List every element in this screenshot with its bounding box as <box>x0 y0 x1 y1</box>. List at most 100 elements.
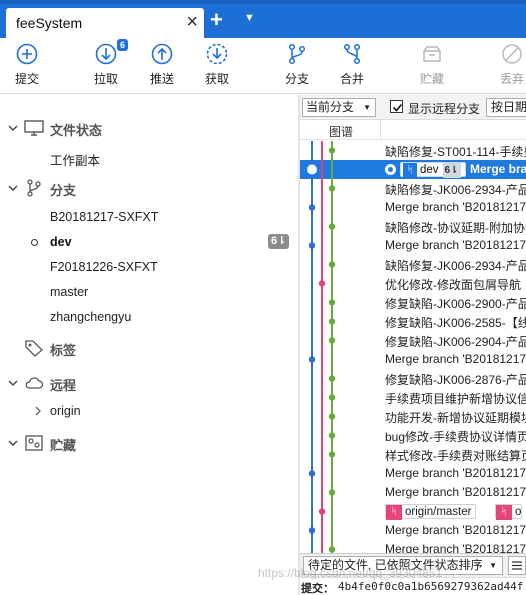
commit-message: 优化修改-修改面包屑导航 <box>385 278 521 292</box>
sidebar-section-stashes[interactable]: 贮藏 <box>0 431 298 455</box>
chevron-down-icon[interactable]: ▼ <box>244 12 255 24</box>
sidebar-section-title: 文件状态 <box>50 123 103 138</box>
commit-message: 缺陷修复-JK006-2934-产品 <box>385 259 526 273</box>
commit-message: Merge branch 'B20181217-SXFXT' <box>385 352 526 366</box>
branch-name: master <box>50 285 89 299</box>
commit-node <box>328 223 336 230</box>
commit-node <box>308 527 316 534</box>
commit-node <box>328 337 336 344</box>
repo-tab[interactable]: feeSystem × <box>6 8 204 38</box>
branch-label: 分支 <box>284 72 309 86</box>
sidebar-section-title: 贮藏 <box>50 438 77 453</box>
sidebar-section-workspace[interactable]: 文件状态 <box>0 116 298 140</box>
sidebar-item-working-copy[interactable]: 工作副本 <box>0 146 298 168</box>
commit-node <box>328 489 336 496</box>
sidebar-section-title: 分支 <box>50 183 77 198</box>
branch-button[interactable]: 分支 <box>275 42 319 87</box>
sidebar-item-branch-current[interactable]: dev 6⇂ <box>0 231 298 253</box>
menu-strip <box>0 0 526 4</box>
commit-node <box>307 164 317 175</box>
show-remote-checkbox[interactable] <box>390 100 403 113</box>
pull-button[interactable]: 6 拉取 <box>84 39 128 87</box>
chevron-down-icon[interactable] <box>8 436 18 450</box>
commit-node <box>318 508 326 515</box>
remote-branch-chip[interactable]: ᛋ origin/master <box>385 504 477 520</box>
commit-node <box>328 451 336 458</box>
commit-message: 缺陷修复-ST001-114-手续费协议 <box>385 145 526 159</box>
history-pane: 当前分支 ▼ 显示远程分支 按日期排序 图谱 缺陷修复-ST001-114-手续… <box>300 95 526 595</box>
commit-node <box>328 261 336 268</box>
chevron-down-icon[interactable] <box>8 181 18 195</box>
commit-message: 修复缺陷-JK006-2585-【线 <box>385 316 526 330</box>
fetch-icon <box>205 42 229 66</box>
sidebar-item-branch[interactable]: zhangchengyu <box>0 306 298 328</box>
show-remote-label: 显示远程分支 <box>408 102 481 116</box>
download-circle-icon: 6 <box>94 39 128 66</box>
chevron-right-icon[interactable] <box>34 406 42 416</box>
list-view-button[interactable] <box>508 556 526 575</box>
sort-by-date-button[interactable]: 按日期排序 <box>486 98 526 117</box>
branch-label-chip[interactable]: ᛋ dev 6⇂ <box>400 162 466 178</box>
branch-filter-dropdown[interactable]: 当前分支 ▼ <box>302 98 376 117</box>
remote-branch-chip[interactable]: ᛋo <box>495 504 523 520</box>
commit-message: 手续费项目维护新增协议信 <box>385 392 526 406</box>
sidebar: 文件状态 工作副本 分支 B20181217-SXFXT dev 6⇂ F201… <box>0 95 298 595</box>
commit-node <box>308 470 316 477</box>
fetch-label: 获取 <box>204 72 229 86</box>
remote-name: origin <box>50 404 81 418</box>
pull-label: 拉取 <box>93 72 118 86</box>
sidebar-section-title: 标签 <box>50 343 77 358</box>
commit-message: Merge branch 'B20181217-SXFXT' <box>385 466 526 480</box>
chevron-down-icon[interactable] <box>8 121 18 135</box>
pull-count-badge: 6 <box>116 39 128 51</box>
sidebar-section-title: 远程 <box>50 378 77 393</box>
commit-info-label: 提交： <box>301 583 334 595</box>
stash-button[interactable]: 贮藏 <box>410 42 454 87</box>
commit-message: Merge branch 'B20181217-SXFXT' <box>385 485 526 499</box>
sidebar-item-remote[interactable]: origin <box>0 400 298 422</box>
commit-node <box>328 318 336 325</box>
repo-tab-title: feeSystem <box>16 15 83 31</box>
commit-node <box>308 242 316 249</box>
sidebar-item-branch[interactable]: master <box>0 281 298 303</box>
monitor-icon <box>24 120 44 136</box>
cloud-icon <box>25 377 44 389</box>
commit-message: Merge branch 'B20181217-SXFXT' <box>385 523 526 537</box>
commit-graph <box>307 141 336 553</box>
chevron-down-icon[interactable] <box>8 376 18 390</box>
commit-node <box>328 432 336 439</box>
commit-message: 修复缺陷-JK006-2900-产品 <box>385 297 526 311</box>
commit-node <box>318 280 326 287</box>
sidebar-section-branches[interactable]: 分支 <box>0 176 298 200</box>
branch-name: zhangchengyu <box>50 310 132 324</box>
discard-icon <box>500 42 524 66</box>
commit-node <box>308 356 316 363</box>
remote-branch-name: origin/master <box>405 506 472 518</box>
commit-node <box>328 185 336 192</box>
column-divider[interactable] <box>380 120 381 140</box>
discard-button[interactable]: 丢弃 <box>490 42 526 87</box>
commit-message: 修复缺陷-JK006-2876-产品 <box>385 373 526 387</box>
sidebar-section-tags[interactable]: 标签 <box>0 336 298 360</box>
commit-message: Merge branch 'B20181217-SXFXT' <box>385 238 526 252</box>
sidebar-item-branch[interactable]: B20181217-SXFXT <box>0 206 298 228</box>
commit-node <box>308 204 316 211</box>
commit-message: 缺陷修改-协议延期-附加协议 <box>385 221 526 235</box>
commit-message: 缺陷修复-JK006-2934-产品 <box>385 183 526 197</box>
commit-node <box>328 394 336 401</box>
sidebar-item-branch[interactable]: F20181226-SXFXT <box>0 256 298 278</box>
behind-count-badge: 6⇂ <box>442 163 461 178</box>
close-icon[interactable]: × <box>186 11 198 33</box>
commit-message: 修复缺陷-JK006-2904-产品 <box>385 335 526 349</box>
stash-label: 贮藏 <box>419 72 444 86</box>
merge-button[interactable]: 合并 <box>330 42 374 87</box>
fetch-button[interactable]: 获取 <box>195 42 239 87</box>
push-button[interactable]: 推送 <box>140 42 184 87</box>
branch-chip-name: dev <box>420 164 439 176</box>
branch-icon <box>27 179 41 197</box>
commit-message: Merge branch 'B20181217-SXFXT' <box>385 200 526 214</box>
add-tab-icon[interactable]: + <box>210 9 223 31</box>
head-indicator-icon <box>385 164 396 175</box>
commit-button[interactable]: 提交 <box>5 42 49 87</box>
sidebar-section-remotes[interactable]: 远程 <box>0 371 298 395</box>
